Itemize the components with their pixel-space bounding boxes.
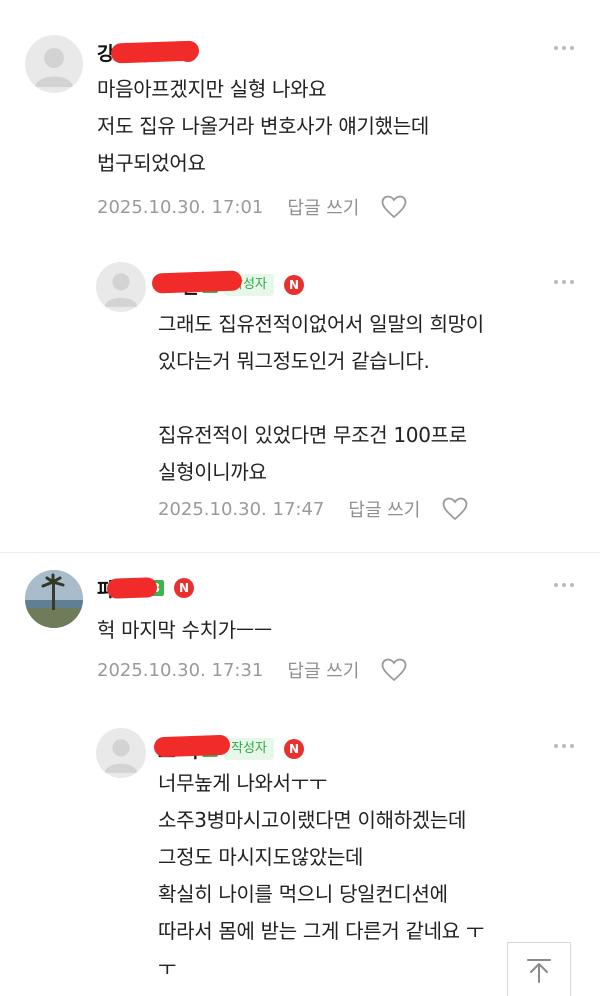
comment-author-name[interactable]: 도 이 bbox=[153, 734, 231, 763]
comment-author-row: 그 인 3 작성자 N bbox=[151, 269, 304, 299]
avatar[interactable] bbox=[25, 570, 83, 628]
profile-photo-icon bbox=[25, 570, 83, 628]
heart-icon[interactable] bbox=[381, 658, 407, 682]
default-profile-icon bbox=[104, 739, 138, 773]
redaction-mark bbox=[153, 734, 231, 757]
reply-button[interactable]: 답글 쓰기 bbox=[348, 496, 420, 522]
avatar[interactable] bbox=[25, 35, 83, 93]
redaction-mark bbox=[110, 39, 200, 64]
author-badge: 작성자 bbox=[224, 738, 274, 760]
comment-text: 너무높게 나와서ㅜㅜ 소주3병마시고이랬다면 이해하겠는데 그정도 마시지도않았… bbox=[158, 771, 484, 980]
divider bbox=[0, 552, 600, 553]
heart-icon[interactable] bbox=[442, 497, 468, 521]
scroll-top-button[interactable] bbox=[507, 942, 571, 996]
comment-author-name[interactable]: 파 bbox=[97, 575, 158, 602]
comment-date: 2025.10.30. 17:01 bbox=[97, 196, 264, 218]
new-badge: N bbox=[283, 739, 304, 759]
comment-text: 마음아프겠지만 실형 나와요 저도 집유 나올거라 변호사가 얘기했는데 법구되… bbox=[97, 77, 429, 175]
reply-button[interactable]: 답글 쓰기 bbox=[287, 194, 359, 220]
default-profile-icon bbox=[35, 48, 73, 87]
avatar[interactable] bbox=[96, 262, 146, 312]
heart-icon[interactable] bbox=[381, 195, 407, 219]
avatar[interactable] bbox=[96, 728, 146, 778]
more-icon[interactable] bbox=[554, 583, 574, 589]
comment-date: 2025.10.30. 17:31 bbox=[97, 659, 264, 681]
comment-author-name[interactable]: 강낭이 bbox=[97, 39, 200, 66]
comment-meta: 2025.10.30. 17:01 답글 쓰기 bbox=[97, 192, 407, 222]
more-icon[interactable] bbox=[554, 744, 574, 750]
comment-author-row: 도 이 3 작성자 N bbox=[153, 734, 304, 763]
comment-text: 그래도 집유전적이없어서 일말의 희망이 있다는거 뭐그정도인거 같습니다. 집… bbox=[158, 312, 484, 484]
comment-date: 2025.10.30. 17:47 bbox=[158, 498, 325, 520]
more-icon[interactable] bbox=[554, 280, 574, 286]
default-profile-icon bbox=[104, 273, 138, 307]
reply-button[interactable]: 답글 쓰기 bbox=[287, 657, 359, 683]
comment-author-row: 파 3 N bbox=[97, 575, 194, 601]
comment-text: 헉 마지막 수치가ㅡㅡ bbox=[97, 618, 273, 642]
comment-author-name[interactable]: 그 인 bbox=[151, 269, 243, 299]
comment-meta: 2025.10.30. 17:31 답글 쓰기 bbox=[97, 655, 407, 685]
new-badge: N bbox=[283, 275, 304, 295]
arrow-up-icon bbox=[527, 958, 551, 983]
comment-meta: 2025.10.30. 17:47 답글 쓰기 bbox=[158, 494, 468, 524]
more-icon[interactable] bbox=[554, 46, 574, 52]
comment-author-row: 강낭이 3 N bbox=[97, 39, 200, 66]
redaction-mark bbox=[151, 269, 243, 294]
redaction-mark bbox=[106, 576, 158, 599]
new-badge: N bbox=[173, 578, 194, 598]
